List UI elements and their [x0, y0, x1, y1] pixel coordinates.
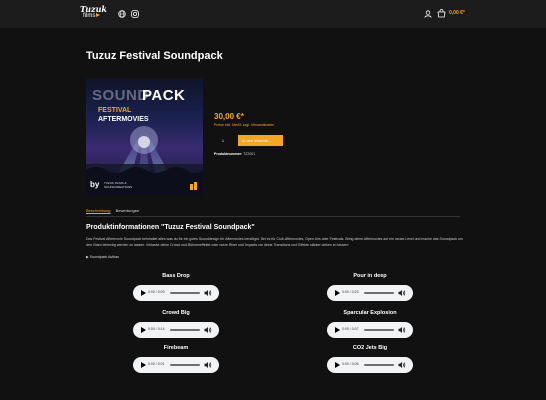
volume-icon[interactable]	[204, 361, 212, 369]
audio-time: 0:00 / 0:06	[342, 362, 359, 366]
product-title: Tuzuz Festival Soundpack	[86, 50, 223, 62]
audio-title: Sparcular Explosion	[343, 310, 397, 316]
audio-progress-bar[interactable]	[364, 364, 394, 366]
audio-player[interactable]: 0:00 / 0:09	[133, 285, 219, 301]
audio-time: 0:00 / 0:14	[148, 327, 165, 331]
quantity-select[interactable]: 1	[214, 135, 232, 146]
cover-festival-text: FESTIVAL	[98, 107, 132, 114]
cover-sound-text: SOUND	[92, 87, 149, 104]
audio-title: Pour in deep	[353, 273, 387, 279]
cover-credit-text: TUZUK FILMS & SOUNDCREATIONS	[104, 181, 133, 189]
tab-reviews[interactable]: Bewertungen	[116, 208, 140, 213]
product-tabs: Beschreibung Bewertungen	[86, 208, 139, 213]
audio-progress-bar[interactable]	[170, 292, 200, 294]
volume-icon[interactable]	[398, 326, 406, 334]
product-description: Das Festival Aftermovie Soundpack beinha…	[86, 237, 463, 247]
cart-icon[interactable]	[437, 9, 446, 18]
vat-note[interactable]: Preise inkl. MwSt. zzgl. Versandkosten	[214, 123, 274, 127]
volume-icon[interactable]	[398, 289, 406, 297]
product-number: Produktnummer: TZ2001	[214, 152, 255, 156]
cover-by-text: by	[90, 180, 100, 189]
audio-title: Firebeam	[163, 345, 189, 351]
product-price: 30,00 €*	[214, 112, 244, 121]
sku-value: TZ2001	[243, 152, 256, 156]
top-bar: Tuzuk films 0,00 €*	[0, 0, 546, 28]
cover-aftermovies-text: AFTERMOVIES	[98, 116, 149, 123]
audio-title: Crowd Big	[162, 310, 190, 316]
product-info-heading: Produktinformationen "Tuzuz Festival Sou…	[86, 224, 255, 231]
volume-icon[interactable]	[204, 326, 212, 334]
play-icon[interactable]	[335, 362, 340, 368]
volume-icon[interactable]	[398, 361, 406, 369]
add-to-cart-button[interactable]: In den Warenk...	[238, 135, 283, 146]
audio-player[interactable]: 0:00 / 0:06	[327, 357, 413, 373]
cover-pack-text: PACK	[142, 87, 186, 104]
audio-progress-bar[interactable]	[170, 364, 200, 366]
audio-progress-bar[interactable]	[364, 292, 394, 294]
audio-time: 0:00 / 0:07	[342, 327, 359, 331]
tab-description[interactable]: Beschreibung	[86, 208, 110, 213]
audio-time: 0:00 / 0:01	[148, 362, 165, 366]
product-cover-image[interactable]: SOUND PACK FESTIVAL AFTERMOVIES by TUZUK…	[86, 78, 203, 195]
logo-wordmark: Tuzuk	[80, 4, 107, 14]
brand-mark-icon	[190, 182, 197, 190]
audio-time: 0:00 / 0:23	[342, 290, 359, 294]
audio-time: 0:00 / 0:09	[148, 290, 165, 294]
play-icon[interactable]	[335, 327, 340, 333]
audio-title: Bass Drop	[162, 273, 190, 279]
play-icon[interactable]	[141, 290, 146, 296]
audio-progress-bar[interactable]	[364, 329, 394, 331]
play-triangle-icon	[96, 13, 101, 18]
instagram-icon[interactable]	[131, 10, 139, 18]
audio-progress-bar[interactable]	[170, 329, 200, 331]
user-icon[interactable]	[424, 10, 432, 18]
play-icon[interactable]	[141, 327, 146, 333]
tuzuk-films-logo[interactable]: Tuzuk films	[80, 5, 110, 23]
logo-subtitle: films	[83, 13, 96, 19]
audio-player[interactable]: 0:00 / 0:01	[133, 357, 219, 373]
cart-total[interactable]: 0,00 €*	[449, 10, 465, 16]
play-icon[interactable]	[335, 290, 340, 296]
sku-label: Produktnummer:	[214, 152, 243, 156]
audio-title: CO2 Jets Big	[352, 345, 388, 351]
audio-player[interactable]: 0:00 / 0:23	[327, 285, 413, 301]
globe-icon[interactable]	[118, 10, 126, 18]
play-icon[interactable]	[141, 362, 146, 368]
soundpack-details-toggle[interactable]: ▶ Soundpack Aufbau	[86, 255, 119, 259]
audio-player[interactable]: 0:00 / 0:07	[327, 322, 413, 338]
audio-player[interactable]: 0:00 / 0:14	[133, 322, 219, 338]
tabs-divider	[86, 216, 460, 217]
volume-icon[interactable]	[204, 289, 212, 297]
